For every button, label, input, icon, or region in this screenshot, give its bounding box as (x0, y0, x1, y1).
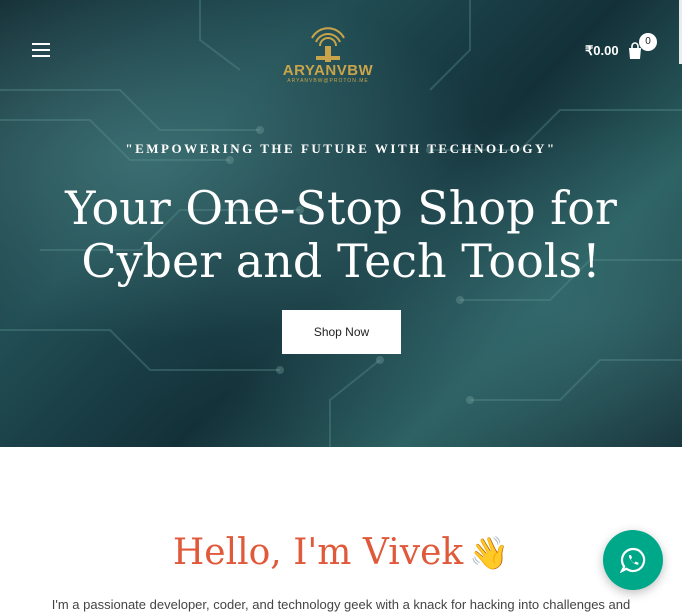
menu-button[interactable] (32, 43, 52, 59)
intro-text: I'm a passionate developer, coder, and t… (51, 597, 631, 612)
logo-subtext: ARYANVBW@PROTON.ME (287, 78, 369, 84)
site-logo[interactable]: ARYANVBW ARYANVBW@PROTON.ME (276, 16, 380, 86)
cart-total[interactable]: ₹0.00 (585, 43, 619, 59)
menu-icon-bar (32, 49, 50, 51)
logo-emblem-icon (311, 27, 345, 62)
intro-greeting: Hello, I'm Vivek 👋 (0, 532, 682, 573)
hero-headline-line-2: Cyber and Tech Tools! (81, 234, 601, 288)
waving-hand-icon: 👋 (469, 534, 510, 572)
hero-headline: Your One-Stop Shop for Cyber and Tech To… (0, 182, 682, 288)
greeting-text: Hello, I'm Vivek (172, 532, 464, 573)
menu-icon (32, 43, 50, 45)
whatsapp-icon (620, 547, 646, 573)
whatsapp-button[interactable] (603, 530, 663, 590)
hero-headline-line-1: Your One-Stop Shop for (65, 181, 617, 235)
hero-tagline: "EMPOWERING THE FUTURE WITH TECHNOLOGY" (125, 141, 557, 156)
logo-text: ARYANVBW (282, 62, 374, 79)
menu-icon-bar (32, 55, 50, 57)
hero-section: ARYANVBW ARYANVBW@PROTON.ME ₹0.00 0 "EMP… (0, 0, 682, 447)
shop-now-button[interactable]: Shop Now (282, 310, 401, 354)
cart-count-badge: 0 (639, 33, 657, 51)
